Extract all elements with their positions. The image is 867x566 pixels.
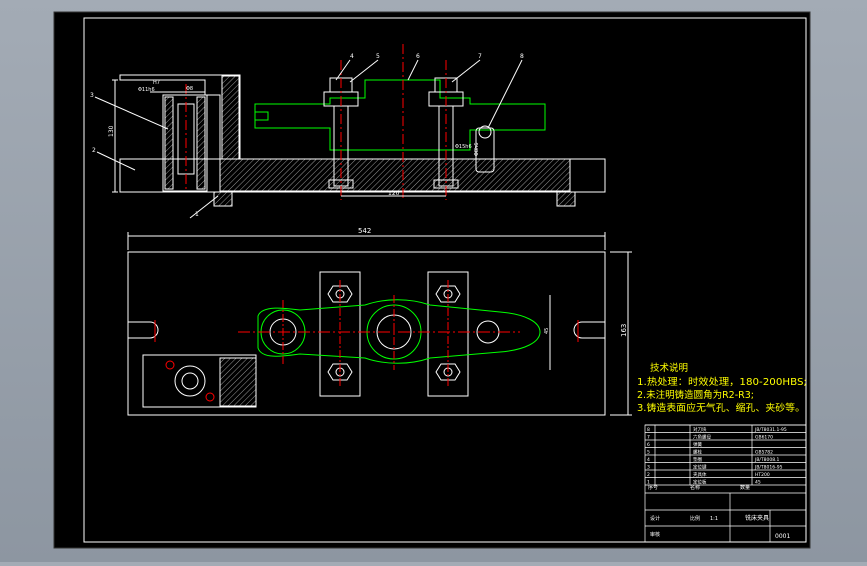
bom-cell-no: 6 <box>647 442 650 448</box>
title-sheet-no: 0001 <box>775 533 790 540</box>
tech-notes-line-1: 1.热处理：时效处理，180-200HBS; <box>637 376 807 388</box>
dim-thread: Φ8 <box>186 86 193 92</box>
tech-notes-line-3: 3.铸造表面应无气孔、缩孔、夹砂等。 <box>637 402 805 414</box>
balloon-7: 7 <box>478 53 482 60</box>
dim-163: 163 <box>620 324 628 337</box>
dim-right: 45 <box>544 328 550 334</box>
bom-cell-no: 8 <box>647 427 650 433</box>
bom-cell-spec: GB6170 <box>755 434 773 440</box>
bom-cell-no: 5 <box>647 449 650 455</box>
title-drawing-name: 铣床夹具 <box>745 514 769 522</box>
balloon-2: 2 <box>92 147 96 154</box>
left-upright-hatch <box>221 75 240 160</box>
bom-cell-name: 六角螺母 <box>693 433 711 440</box>
title-scale-value: 1:1 <box>710 516 718 522</box>
balloon-1: 1 <box>195 211 199 218</box>
dim-pin: Φ8h6 <box>474 143 480 156</box>
cad-drawing: 130 542 163 120 H7 Φ11h6 Φ8 Φ15h6 Φ8h6 4… <box>53 11 811 549</box>
cad-viewport[interactable]: 130 542 163 120 H7 Φ11h6 Φ8 Φ15h6 Φ8h6 4… <box>0 0 867 562</box>
dim-bolt: Φ15h6 <box>455 144 472 150</box>
bom-cell-no: 3 <box>647 464 650 470</box>
bom-cell-name: 弹簧 <box>693 441 702 448</box>
bom-cell-spec: JB/T8016-95 <box>754 464 783 470</box>
bom-cell-name: 定位键 <box>693 463 707 470</box>
pin-block-hatch-right <box>196 96 206 190</box>
title-scale-label: 比例 <box>690 515 700 522</box>
dim-fit: Φ11h6 <box>138 87 155 93</box>
bom-cell-name: 夹具体 <box>693 471 707 478</box>
title-designer-label: 设计 <box>650 515 660 522</box>
bom-cell-spec: 45 <box>755 479 761 485</box>
title-header-qty: 数量 <box>740 484 750 491</box>
bom-cell-name: 螺栓 <box>693 448 702 455</box>
tech-notes-title: 技术说明 <box>650 362 688 374</box>
balloon-4: 4 <box>350 53 354 60</box>
bom-cell-name: 定位板 <box>693 478 707 485</box>
bom-cell-no: 1 <box>647 479 650 485</box>
balloon-6: 6 <box>416 53 420 60</box>
bom-cell-spec: HT200 <box>755 472 770 478</box>
bom-cell-name: 垫圈 <box>693 456 702 463</box>
bom-cell-no: 2 <box>647 472 650 478</box>
dim-542: 542 <box>358 227 371 235</box>
tech-notes-line-2: 2.未注明铸造圆角为R2-R3; <box>637 389 754 401</box>
dim-h7: H7 <box>153 80 160 86</box>
title-checker-label: 审核 <box>650 531 660 538</box>
base-hatch-region <box>219 158 571 192</box>
dim-130: 130 <box>108 125 115 137</box>
right-foot <box>556 191 576 207</box>
left-foot <box>213 191 233 207</box>
bom-cell-spec: JB/T8008.1 <box>754 457 780 463</box>
plan-pin-block-inner <box>219 357 257 407</box>
balloon-5: 5 <box>376 53 380 60</box>
bom-cell-spec: JB/T8031.1-95 <box>754 427 787 433</box>
dim-120: 120 <box>388 190 400 197</box>
balloon-8: 8 <box>520 53 524 60</box>
bom-cell-name: 对刀块 <box>693 426 707 433</box>
pin-block-hatch-left <box>164 96 174 190</box>
balloon-3: 3 <box>90 92 94 99</box>
bom-cell-no: 7 <box>647 434 650 440</box>
bom-cell-no: 4 <box>647 457 650 463</box>
bom-cell-spec: GB5782 <box>755 449 773 455</box>
